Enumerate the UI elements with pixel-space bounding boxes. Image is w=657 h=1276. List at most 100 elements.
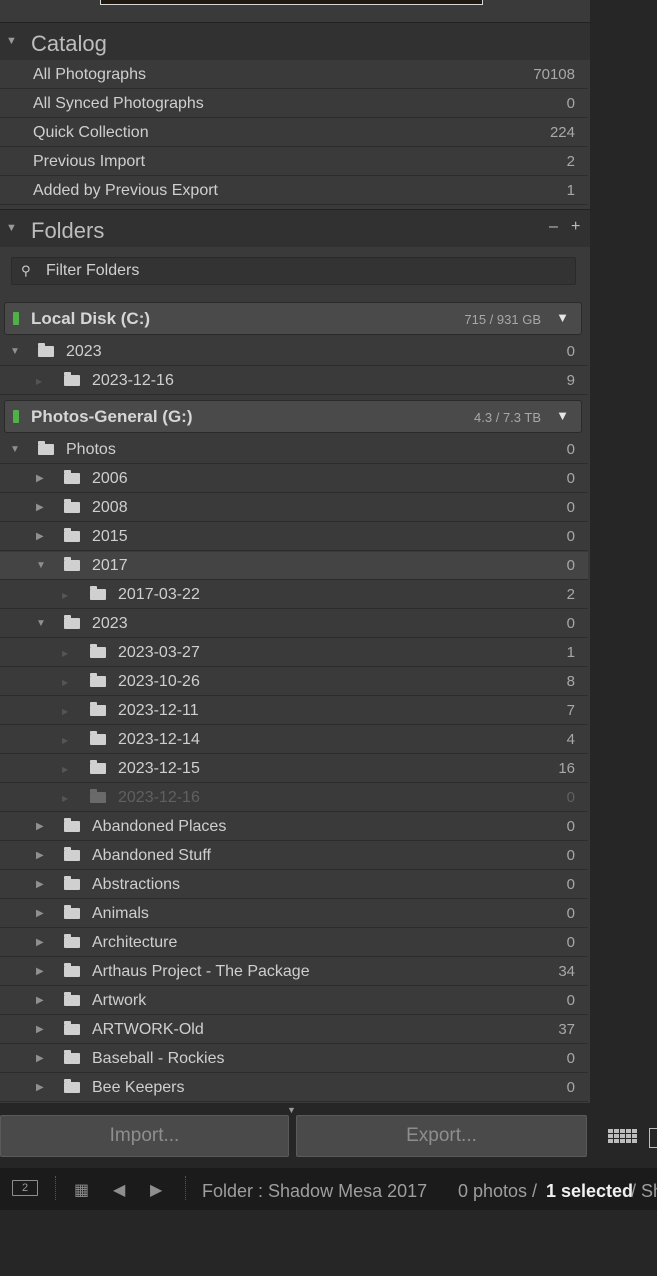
arrow-left-icon[interactable]: ◀ [113, 1180, 125, 1200]
folder-row[interactable]: ▼ 2023 0 [0, 610, 588, 638]
triangle-right-icon[interactable]: ▶ [36, 473, 44, 484]
export-button[interactable]: Export... [296, 1115, 587, 1157]
left-panel: ▼ Catalog All Photographs 70108 All Sync… [0, 0, 590, 1103]
volume-status-indicator [13, 312, 19, 325]
folder-row[interactable]: ▶ 2023-12-15 16 [0, 755, 588, 783]
folder-row[interactable]: ▶ 2023-10-26 8 [0, 668, 588, 696]
folder-row[interactable]: ▶ 2006 0 [0, 465, 588, 493]
triangle-down-icon[interactable]: ▼ [36, 560, 46, 571]
folder-row[interactable]: ▶ Baseball - Rockies 0 [0, 1045, 588, 1073]
triangle-right-icon[interactable]: ▶ [36, 850, 44, 861]
folder-icon [64, 963, 80, 977]
remove-folder-button[interactable]: – [549, 218, 558, 236]
triangle-down-icon[interactable]: ▼ [36, 618, 46, 629]
folder-icon [64, 1050, 80, 1064]
folder-row[interactable]: ▶ ARTWORK-Old 37 [0, 1016, 588, 1044]
catalog-item-all-photographs[interactable]: All Photographs 70108 [0, 61, 588, 89]
folder-icon [64, 992, 80, 1006]
triangle-down-icon[interactable]: ▼ [287, 1105, 296, 1115]
folder-row[interactable]: ▶ 2017-03-22 2 [0, 581, 588, 609]
folder-row[interactable]: ▼ Photos 0 [0, 436, 588, 464]
folder-icon [64, 372, 80, 386]
triangle-down-icon[interactable]: ▼ [10, 346, 20, 357]
folder-icon [64, 934, 80, 948]
triangle-down-icon[interactable]: ▼ [556, 408, 569, 423]
folder-row[interactable]: ▶ 2015 0 [0, 523, 588, 551]
catalog-header[interactable]: ▼ Catalog [0, 22, 590, 60]
main-content-area [597, 0, 657, 1166]
triangle-right-icon[interactable]: ▶ [36, 502, 44, 513]
triangle-right-icon[interactable]: ▶ [36, 1024, 44, 1035]
folder-icon [90, 702, 106, 716]
folder-icon [64, 528, 80, 542]
folder-icon [90, 673, 106, 687]
folder-row-selected[interactable]: ▼ 2017 0 [0, 552, 588, 580]
folder-icon [38, 343, 54, 357]
triangle-right-icon[interactable]: ▶ [36, 937, 44, 948]
triangle-right-icon[interactable]: ▶ [36, 821, 44, 832]
folder-icon [90, 731, 106, 745]
folder-icon [90, 760, 106, 774]
volume-local-disk[interactable]: Local Disk (C:) 715 / 931 GB ▼ [4, 302, 582, 335]
catalog-item-all-synced[interactable]: All Synced Photographs 0 [0, 90, 588, 118]
folder-row[interactable]: ▶ 2023-03-27 1 [0, 639, 588, 667]
status-trailing-text: / Sh [631, 1181, 657, 1201]
photo-count: 0 photos / [458, 1181, 538, 1201]
triangle-right-icon[interactable]: ▶ [36, 908, 44, 919]
volume-photos-general[interactable]: Photos-General (G:) 4.3 / 7.3 TB ▼ [4, 400, 582, 433]
folder-row[interactable]: ▶ 2023-12-14 4 [0, 726, 588, 754]
folder-row[interactable]: ▶ 2008 0 [0, 494, 588, 522]
triangle-right-icon[interactable]: ▶ [36, 531, 44, 542]
search-icon: ⚲ [21, 263, 31, 278]
triangle-right-icon[interactable]: ▶ [36, 879, 44, 890]
folder-icon [64, 905, 80, 919]
filter-folders-field[interactable]: ⚲ Filter Folders [11, 257, 576, 285]
triangle-right-icon[interactable]: ▶ [36, 1082, 44, 1093]
folder-source-label[interactable]: Folder : Shadow Mesa 2017 [202, 1181, 427, 1202]
triangle-right-icon[interactable]: ▶ [36, 995, 44, 1006]
selected-count: 1 selected [546, 1181, 634, 1201]
folder-row[interactable]: ▶ Architecture 0 [0, 929, 588, 957]
grid-view-icon[interactable]: ▦ [74, 1180, 89, 1200]
triangle-right-icon: ▶ [62, 678, 69, 687]
catalog-item-previous-import[interactable]: Previous Import 2 [0, 148, 588, 176]
folder-row[interactable]: ▶ Abstractions 0 [0, 871, 588, 899]
folder-row[interactable]: ▶ 2023-12-16 9 [0, 367, 588, 395]
volume-status-indicator [13, 410, 19, 423]
folder-row[interactable]: ▶ Bee Keepers 0 [0, 1074, 588, 1102]
folder-icon [90, 789, 106, 803]
catalog-item-added-by-export[interactable]: Added by Previous Export 1 [0, 177, 588, 205]
navigator-preview-frame [100, 0, 483, 5]
catalog-item-quick-collection[interactable]: Quick Collection 224 [0, 119, 588, 147]
secondary-display-icon[interactable]: 2 [12, 1180, 38, 1196]
grid-icon[interactable] [608, 1129, 638, 1147]
triangle-right-icon: ▶ [62, 707, 69, 716]
folder-icon [64, 557, 80, 571]
folder-row[interactable]: ▶ Arthaus Project - The Package 34 [0, 958, 588, 986]
folder-row-missing[interactable]: ▶ 2023-12-16 0 [0, 784, 588, 812]
folder-row[interactable]: ▶ Abandoned Stuff 0 [0, 842, 588, 870]
catalog-title: Catalog [31, 31, 107, 56]
import-button[interactable]: Import... [0, 1115, 289, 1157]
folder-row[interactable]: ▶ Abandoned Places 0 [0, 813, 588, 841]
triangle-right-icon: ▶ [62, 649, 69, 658]
folder-row[interactable]: ▶ Animals 0 [0, 900, 588, 928]
folder-icon [90, 644, 106, 658]
triangle-right-icon[interactable]: ▶ [36, 1053, 44, 1064]
add-folder-button[interactable]: + [571, 218, 580, 236]
triangle-down-icon[interactable]: ▼ [10, 444, 20, 455]
folders-header[interactable]: ▼ Folders – + [0, 209, 590, 247]
triangle-right-icon: ▶ [62, 765, 69, 774]
divider [185, 1176, 187, 1200]
arrow-right-icon[interactable]: ▶ [150, 1180, 162, 1200]
triangle-down-icon: ▼ [6, 222, 17, 234]
folder-icon [64, 876, 80, 890]
triangle-right-icon[interactable]: ▶ [36, 966, 44, 977]
triangle-down-icon[interactable]: ▼ [556, 310, 569, 325]
folder-row[interactable]: ▶ Artwork 0 [0, 987, 588, 1015]
loupe-view-icon[interactable] [649, 1128, 657, 1148]
folder-row[interactable]: ▶ 2023-12-11 7 [0, 697, 588, 725]
folder-icon [64, 615, 80, 629]
folder-row[interactable]: ▼ 2023 0 [0, 338, 588, 366]
triangle-right-icon: ▶ [62, 736, 69, 745]
